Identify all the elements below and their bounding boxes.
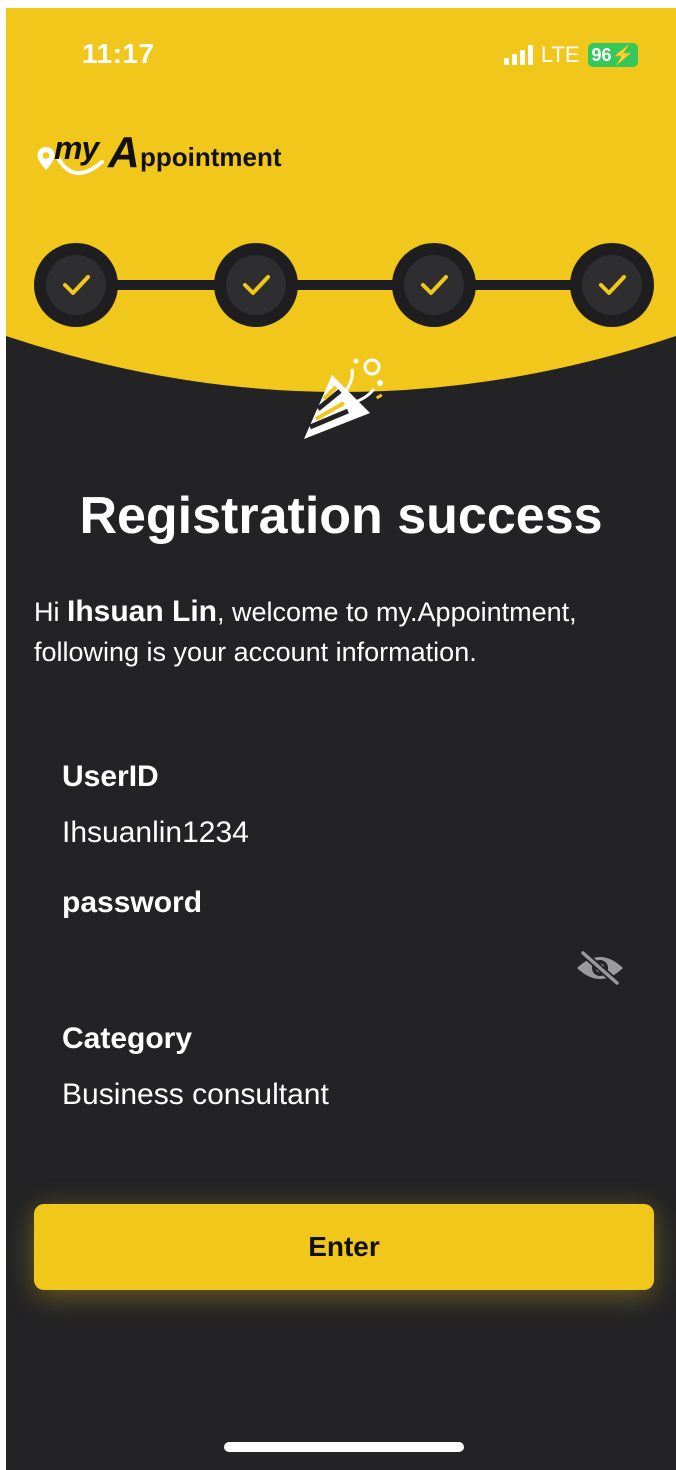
home-indicator[interactable] [224, 1442, 464, 1452]
eye-slash-icon[interactable] [574, 950, 626, 986]
password-value [62, 942, 542, 978]
header-area: 11:17 LTE 96⚡ my A ppointment [6, 8, 676, 408]
battery-level: 96 [591, 45, 612, 65]
step-4-complete [570, 243, 654, 327]
step-1-complete [34, 243, 118, 327]
app-logo: my A ppointment [34, 126, 314, 190]
userid-label: UserID [62, 760, 159, 793]
welcome-message: Hi Ihsuan Lin, welcome to my.Appointment… [34, 592, 654, 672]
step-2-complete [214, 243, 298, 327]
greeting-prefix: Hi [34, 597, 67, 627]
app-screen: 11:17 LTE 96⚡ my A ppointment Registrati… [6, 8, 676, 1470]
party-popper-icon [304, 358, 383, 439]
password-label: password [62, 886, 203, 919]
step-3-complete [392, 243, 476, 327]
category-value: Business consultant [62, 1078, 329, 1111]
user-name: Ihsuan Lin [67, 595, 217, 628]
category-label: Category [62, 1022, 193, 1055]
page-title: Registration success [79, 487, 603, 545]
logo-my: my [54, 130, 99, 166]
logo-a: A [108, 128, 140, 177]
battery-icon: 96⚡ [587, 43, 638, 67]
userid-value: Ihsuanlin1234 [62, 816, 249, 849]
enter-button[interactable]: Enter [34, 1204, 654, 1290]
signal-icon [503, 45, 533, 65]
network-type: LTE [540, 42, 580, 67]
logo-rest: ppointment [140, 142, 282, 172]
status-time: 11:17 [82, 38, 155, 69]
progress-stepper [34, 243, 654, 327]
status-indicators: LTE 96⚡ [503, 42, 638, 68]
